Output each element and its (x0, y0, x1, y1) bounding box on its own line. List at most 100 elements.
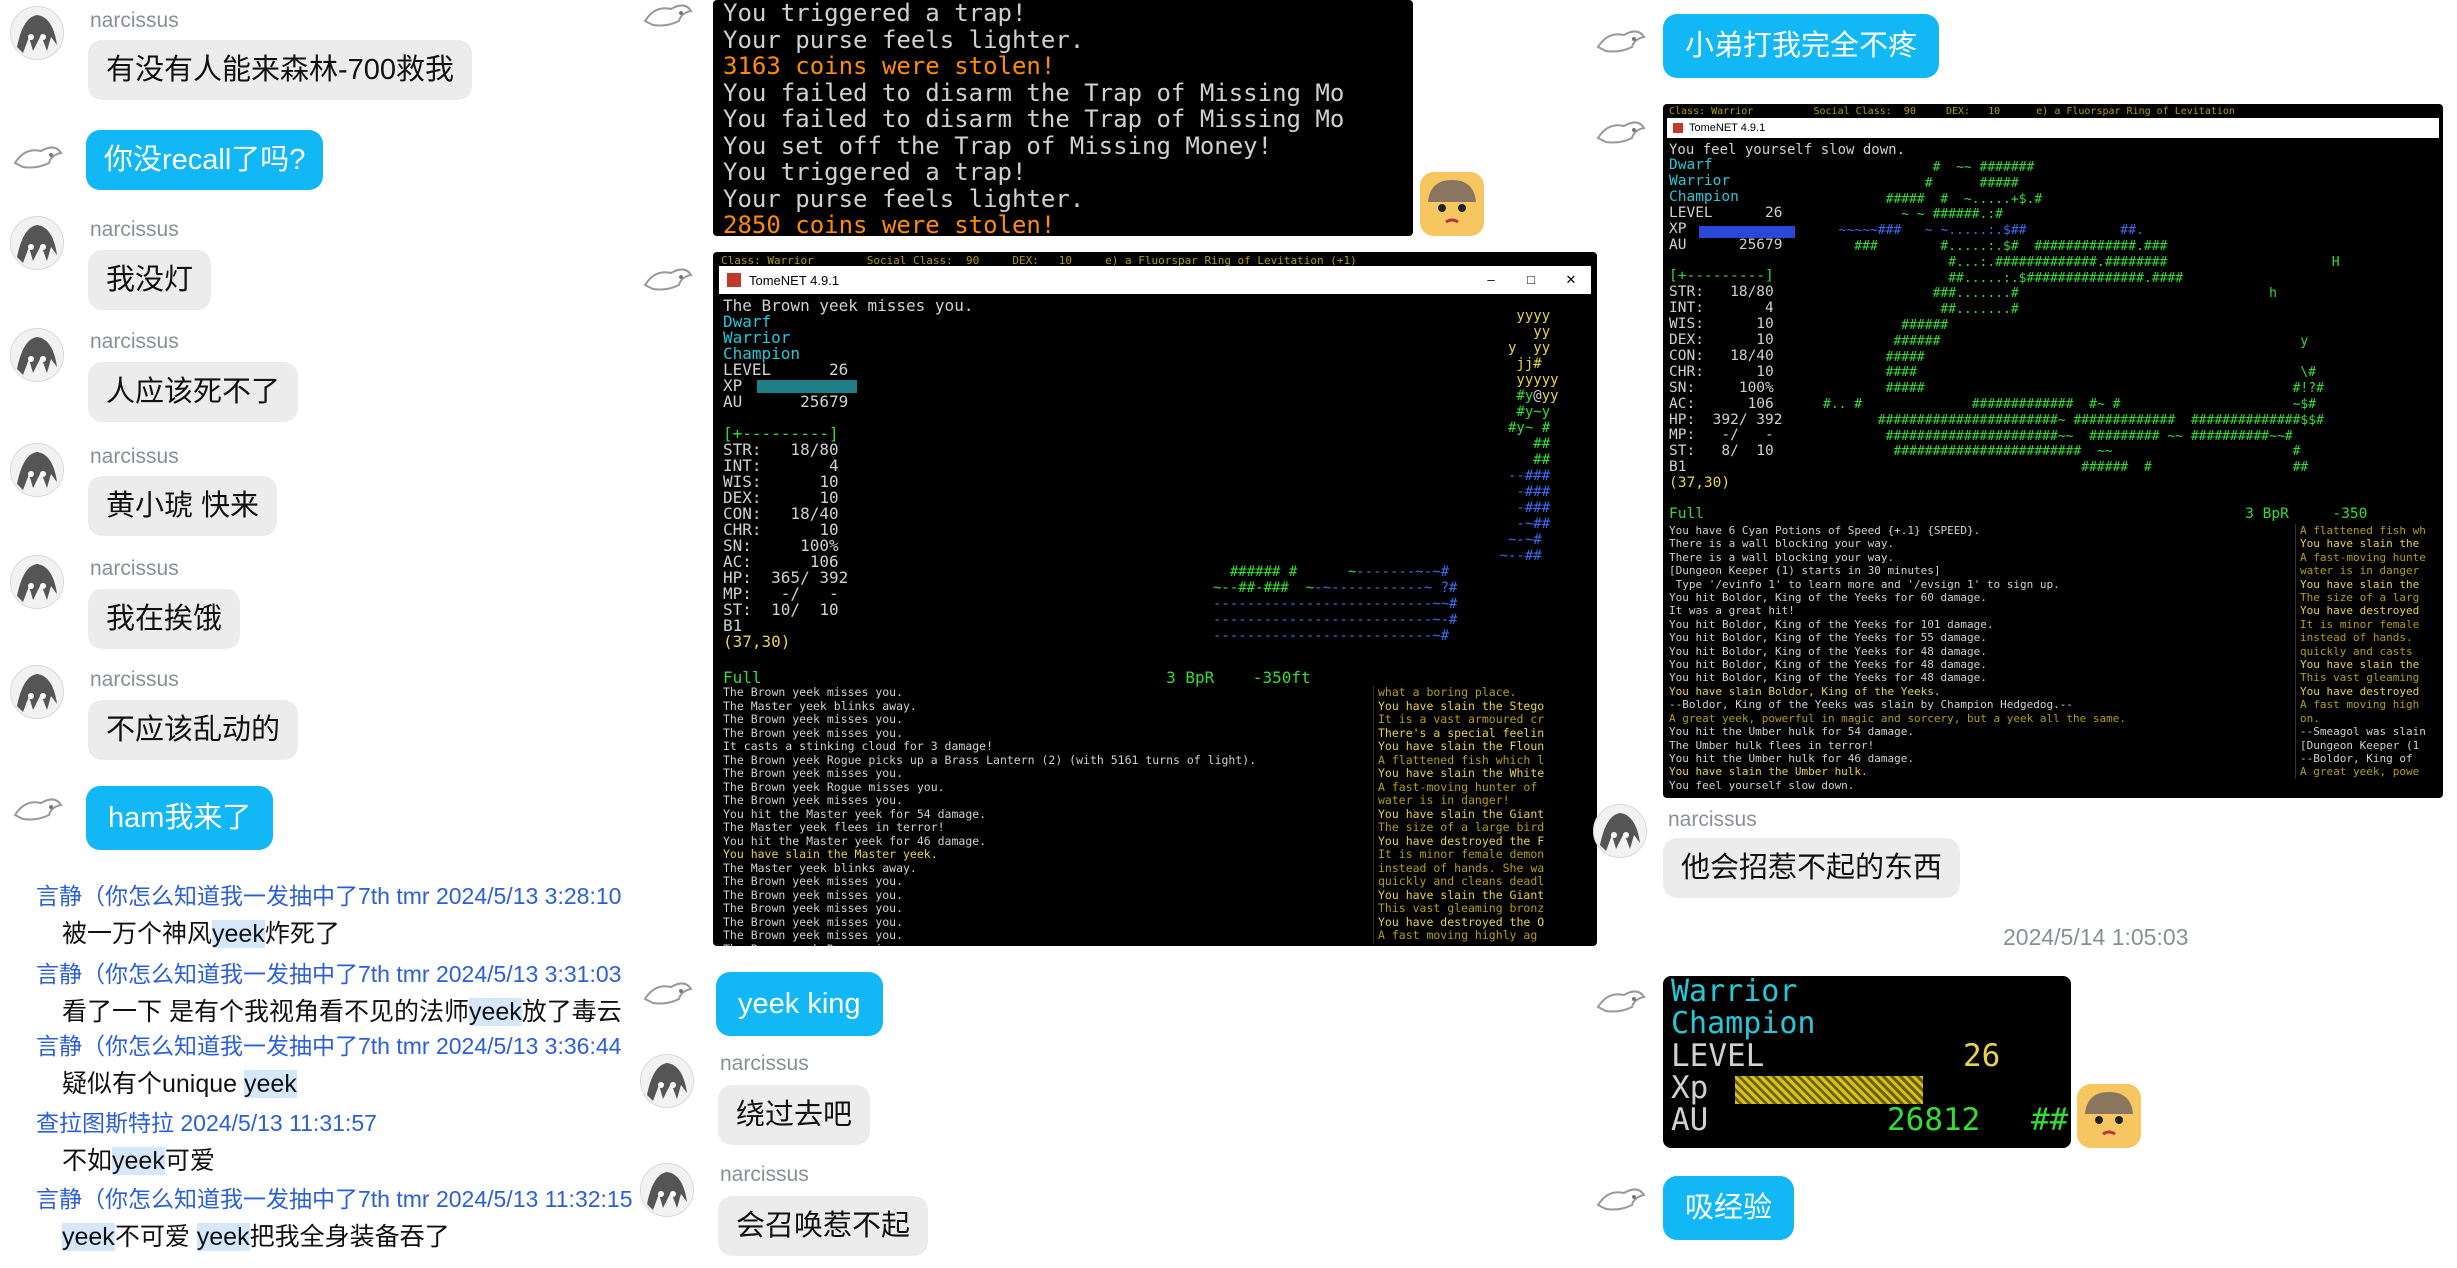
map-row: #### \# (1823, 365, 2317, 381)
log-line: water is in danger (2300, 564, 2420, 578)
game-screenshot-trap-log[interactable]: You triggered a trap! Your purse feels li… (713, 0, 1413, 236)
sketch-cat-avatar-icon (1596, 990, 1646, 1013)
log-line: A fast-moving hunter of (1378, 779, 1538, 794)
sender-name: narcissus (90, 330, 179, 353)
avatar-self[interactable] (640, 964, 694, 1018)
map-row: --### (1213, 468, 1551, 484)
map-row: ###### (1823, 317, 1949, 333)
window-title: TomeNET 4.9.1 (749, 272, 840, 288)
game-screenshot-yeek-fight[interactable]: Class: Warrior Social Class: 90 DEX: 10 … (713, 252, 1597, 946)
avatar-narcissus[interactable] (10, 555, 64, 609)
message-bubble[interactable]: 我没灯 (88, 250, 212, 310)
anime-avatar-icon (1594, 805, 1646, 857)
log-line: You have slain the White (1378, 766, 1545, 780)
log-line: You have destroyed the O (1378, 914, 1545, 929)
hamster-sticker-icon (1420, 172, 1484, 236)
forward-body: 被一万个神风yeek炸死了 (62, 914, 340, 950)
pepe-sticker[interactable] (2077, 1084, 2141, 1148)
avatar-narcissus[interactable] (640, 1054, 694, 1108)
sketch-cat-avatar-icon (1596, 1188, 1646, 1211)
log-line: It was a great hit! (1669, 604, 1795, 618)
status-line: Full 3 BpR -350 (1669, 506, 2368, 522)
stat-line: STR: 18/80 (1669, 284, 1774, 301)
stat-line: AU 25679 (723, 392, 849, 411)
message-bubble[interactable]: 小弟打我完全不疼 (1663, 14, 1940, 78)
maximize-icon[interactable]: □ (1511, 272, 1551, 288)
log-line: You hit Boldor, King of the Yeeks for 10… (1669, 617, 1994, 631)
avatar-self[interactable] (1593, 972, 1647, 1026)
map-row: ## (1213, 452, 1551, 468)
sketch-cat-avatar-icon (643, 982, 693, 1005)
log-line: This vast gleaming bronz (1378, 901, 1545, 915)
forward-header: 言静（你怎么知道我一发抽中了7th tmr 2024/5/13 11:32:15 (36, 1186, 633, 1212)
minimize-icon[interactable]: – (1471, 272, 1511, 288)
message-bubble[interactable]: 人应该死不了 (88, 362, 299, 422)
message-log: You have 6 Cyan Potions of Speed {+.1} {… (1669, 524, 2126, 792)
message-bubble[interactable]: 吸经验 (1663, 1176, 1795, 1240)
log-line: You have slain the Giant (1378, 887, 1545, 902)
avatar-self[interactable] (1593, 103, 1647, 157)
sender-name: narcissus (90, 9, 179, 32)
stat-line: WIS: 10 (1669, 316, 1774, 333)
avatar-narcissus[interactable] (640, 1163, 694, 1217)
game-screenshot-boldor-kill[interactable]: Class: Warrior Social Class: 90 DEX: 10 … (1663, 104, 2443, 798)
avatar-self[interactable] (1593, 12, 1647, 66)
log-line: The Master yeek blinks away. (723, 698, 917, 713)
message-bubble[interactable]: 你没recall了吗? (86, 130, 324, 190)
map-row: ##### #!?# (1823, 381, 2324, 397)
map-row: -~## (1213, 516, 1551, 532)
game-screenshot-level-zoom[interactable]: Warrior Champion LEVEL 26 Xp AU 26812 ## (1663, 976, 2071, 1148)
avatar-narcissus[interactable] (1593, 804, 1647, 858)
message-bubble[interactable]: 黄小琥 快来 (88, 476, 278, 536)
avatar-self[interactable] (10, 780, 64, 834)
stat-line: LEVEL 26 (1669, 204, 1783, 221)
anime-avatar-icon (11, 217, 63, 269)
log-line: The Brown yeek misses you. (723, 874, 904, 888)
forward-text: 不如 (62, 1147, 113, 1175)
stat-line: MP: -/ - (1669, 427, 1774, 444)
message-bubble[interactable]: 会召唤惹不起 (718, 1196, 929, 1256)
map-row: #y~y (1213, 404, 1551, 420)
message-bubble[interactable]: 不应该乱动的 (88, 700, 299, 760)
avatar-narcissus[interactable] (10, 6, 64, 60)
sketch-cat-avatar-icon (643, 4, 693, 27)
highlight-keyword: yeek (468, 998, 522, 1026)
forward-text: 放了毒云 (521, 998, 622, 1026)
map-row: yyyyy (1213, 372, 1559, 388)
message-bubble[interactable]: yeek king (716, 972, 883, 1036)
avatar-self[interactable] (1593, 1170, 1647, 1224)
avatar-self[interactable] (10, 128, 64, 182)
avatar-narcissus[interactable] (10, 443, 64, 497)
map-row: #...:.#############.######## H (1823, 254, 2340, 270)
log-line: You set off the Trap of Missing Money! (723, 131, 1273, 160)
level-value: 26 (1963, 1038, 2001, 1074)
status-topbar: Class: Warrior Social Class: 90 DEX: 10 … (1669, 106, 2235, 117)
log-line: You have slain the Floun (1378, 739, 1545, 753)
forward-text: 炸死了 (264, 920, 340, 948)
message-bubble[interactable]: ham我来了 (86, 786, 274, 850)
map-row: #.. # ############# #~ # ~$# (1823, 396, 2317, 412)
log-line: You hit the Umber hulk for 46 damage. (1669, 751, 1915, 765)
map-row: ## (1213, 436, 1551, 452)
sketch-cat-avatar-icon (13, 146, 63, 169)
message-bubble[interactable]: 有没有人能来森林-700救我 (88, 40, 473, 100)
message-bubble[interactable]: 绕过去吧 (718, 1085, 871, 1145)
stat-line: HP: 392/ 392 (1669, 411, 1783, 428)
log-line: You hit Boldor, King of the Yeeks for 48… (1669, 658, 1987, 672)
avatar-narcissus[interactable] (10, 328, 64, 382)
level-label: LEVEL (1671, 1038, 1765, 1074)
avatar-self[interactable] (640, 0, 694, 40)
highlight-keyword: yeek (62, 1223, 115, 1251)
character-stats: Dwarf Warrior Champion LEVEL 26 XP AU 25679 [… (723, 314, 848, 650)
avatar-narcissus[interactable] (10, 665, 64, 719)
anime-avatar-icon (11, 556, 63, 608)
avatar-self[interactable] (640, 250, 694, 304)
side-message-log: A flattened fish wh You have slain the A f… (2295, 524, 2443, 779)
log-line: You hit the Master yeek for 46 damage. (723, 833, 987, 848)
log-line: The Brown yeek Rogue misses you. (723, 779, 945, 794)
class-line: Warrior (1671, 976, 1798, 1009)
pepe-sticker[interactable] (1420, 172, 1484, 236)
message-bubble[interactable]: 我在挨饿 (88, 589, 241, 649)
message-bubble[interactable]: 他会招惹不起的东西 (1663, 838, 1961, 898)
avatar-narcissus[interactable] (10, 216, 64, 270)
